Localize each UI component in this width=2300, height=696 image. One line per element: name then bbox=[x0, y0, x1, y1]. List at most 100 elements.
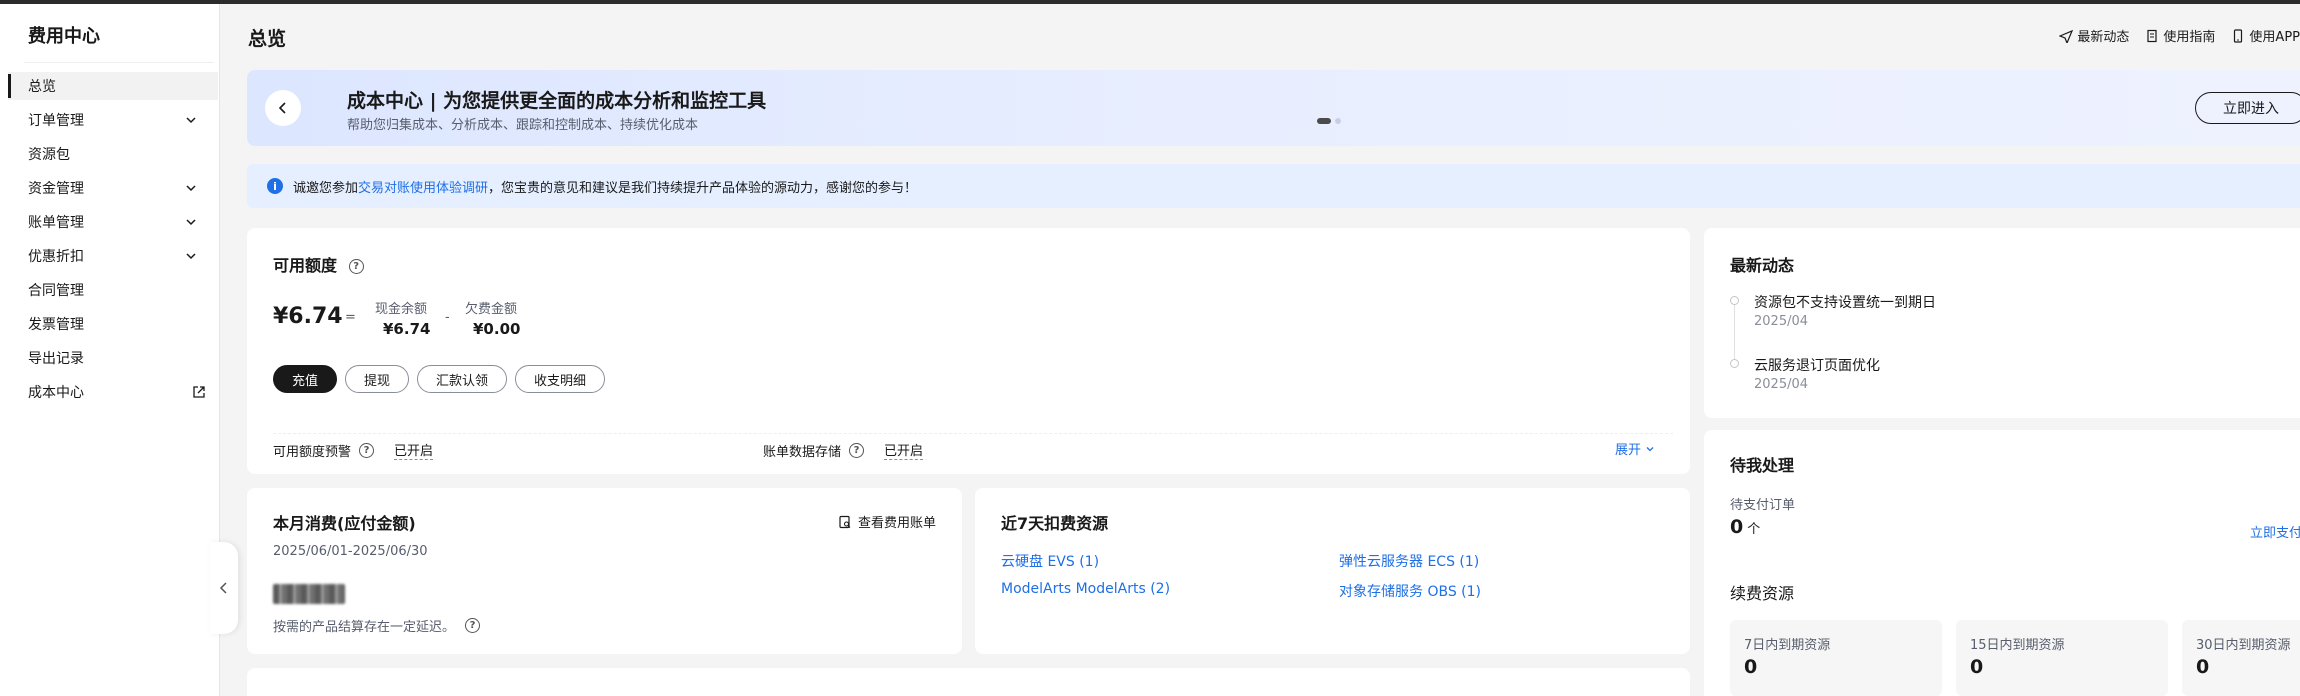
credit-alert-row: 可用额度预警 ? 已开启 bbox=[273, 440, 434, 460]
bill-storage-label: 账单数据存储 bbox=[763, 444, 842, 460]
deduct-title: 近7天扣费资源 bbox=[1001, 514, 1109, 533]
equals-sign: = bbox=[345, 310, 356, 325]
page-title: 总览 bbox=[248, 28, 287, 50]
sidebar-item-label: 资源包 bbox=[28, 147, 70, 163]
todo-title: 待我处理 bbox=[1730, 456, 1795, 475]
sidebar-item-overview[interactable]: 总览 bbox=[8, 72, 218, 100]
deducted-resources-card: 近7天扣费资源 云硬盘 EVS (1) 弹性云服务器 ECS (1) Model… bbox=[975, 488, 1690, 654]
sidebar-item-invoices[interactable]: 发票管理 bbox=[8, 310, 218, 338]
sidebar-item-contracts[interactable]: 合同管理 bbox=[8, 276, 218, 304]
timeline-dot bbox=[1730, 359, 1739, 368]
sidebar-item-label: 合同管理 bbox=[28, 283, 84, 299]
resource-link-ecs[interactable]: 弹性云服务器 ECS (1) bbox=[1339, 551, 1479, 571]
credit-total: ¥6.74 bbox=[273, 304, 343, 329]
chevron-down-icon bbox=[186, 253, 196, 260]
survey-link[interactable]: 交易对账使用体验调研 bbox=[358, 177, 488, 196]
header-link-app[interactable]: 使用APP bbox=[2231, 26, 2300, 45]
monthly-note-text: 按需的产品结算存在一定延迟。 bbox=[273, 620, 456, 635]
expand-label: 展开 bbox=[1615, 443, 1642, 458]
sidebar-divider bbox=[24, 62, 214, 63]
help-icon[interactable]: ? bbox=[465, 618, 481, 633]
document-icon bbox=[2147, 29, 2158, 42]
expiring-15d-box[interactable]: 15日内到期资源 0 bbox=[1956, 620, 2168, 696]
sidebar: 费用中心 总览 订单管理 资源包 资金管理 账单管理 优惠折扣 合同管理 发票管… bbox=[0, 4, 220, 696]
recharge-button[interactable]: 充值 bbox=[273, 365, 338, 393]
chevron-down-icon bbox=[186, 219, 196, 226]
cash-balance-label: 现金余额 bbox=[375, 302, 428, 317]
expiring-label: 30日内到期资源 bbox=[2196, 638, 2291, 653]
sidebar-item-discounts[interactable]: 优惠折扣 bbox=[8, 242, 218, 270]
chevron-down-icon bbox=[1646, 446, 1654, 451]
header-link-label: 使用APP bbox=[2249, 30, 2300, 45]
monthly-consumption-card: 本月消费(应付金额) 查看费用账单 2025/06/01-2025/06/30 … bbox=[247, 488, 962, 654]
expiring-label: 15日内到期资源 bbox=[1970, 638, 2065, 653]
chevron-down-icon bbox=[186, 185, 196, 192]
withdraw-button[interactable]: 提现 bbox=[345, 365, 410, 393]
news-title: 最新动态 bbox=[1730, 256, 1795, 275]
banner-pagination bbox=[1317, 118, 1341, 124]
sidebar-item-bills[interactable]: 账单管理 bbox=[8, 208, 218, 236]
resource-link-modelarts[interactable]: ModelArts ModelArts (2) bbox=[1001, 581, 1170, 597]
credit-title-text: 可用额度 bbox=[273, 256, 338, 275]
view-bill-link[interactable]: 查看费用账单 bbox=[838, 512, 936, 531]
pending-count-unit: 个 bbox=[1747, 522, 1761, 537]
sidebar-item-cost-center[interactable]: 成本中心 bbox=[8, 378, 218, 406]
debt-value: ¥0.00 bbox=[473, 320, 521, 338]
monthly-title: 本月消费(应付金额) bbox=[273, 514, 416, 533]
expand-button[interactable]: 展开 bbox=[1615, 439, 1655, 458]
banner-prev-button[interactable] bbox=[265, 90, 301, 126]
help-icon[interactable]: ? bbox=[849, 442, 865, 458]
pending-orders-count: 0 个 bbox=[1730, 516, 1760, 538]
phone-icon bbox=[2234, 28, 2243, 43]
banner-enter-button[interactable]: 立即进入 bbox=[2195, 92, 2300, 124]
search-document-icon bbox=[839, 515, 851, 528]
cash-balance-value: ¥6.74 bbox=[383, 320, 431, 338]
news-item-title[interactable]: 云服务退订页面优化 bbox=[1754, 355, 1880, 375]
chevron-left-icon bbox=[219, 582, 227, 594]
credit-title: 可用额度 ? bbox=[273, 252, 364, 276]
notice-prefix: 诚邀您参加 bbox=[293, 180, 359, 196]
expiring-label: 7日内到期资源 bbox=[1744, 638, 1831, 653]
bill-storage-row: 账单数据存储 ? 已开启 bbox=[763, 440, 924, 460]
chevron-down-icon bbox=[186, 117, 196, 124]
banner-dot-active[interactable] bbox=[1317, 118, 1331, 124]
send-icon bbox=[2059, 29, 2074, 43]
monthly-note: 按需的产品结算存在一定延迟。 ? bbox=[273, 616, 481, 635]
sidebar-item-label: 发票管理 bbox=[28, 317, 84, 333]
header-link-guide[interactable]: 使用指南 bbox=[2145, 26, 2215, 45]
remittance-claim-button[interactable]: 汇款认领 bbox=[417, 365, 508, 393]
sidebar-item-funds[interactable]: 资金管理 bbox=[8, 174, 218, 202]
top-border bbox=[0, 0, 2300, 4]
renew-title: 续费资源 bbox=[1730, 584, 1795, 603]
transaction-details-button[interactable]: 收支明细 bbox=[515, 365, 606, 393]
sidebar-item-exports[interactable]: 导出记录 bbox=[8, 344, 218, 372]
header-link-news[interactable]: 最新动态 bbox=[2059, 26, 2129, 45]
chevron-left-icon bbox=[278, 102, 286, 114]
sidebar-collapse-toggle[interactable] bbox=[210, 542, 238, 634]
news-item-title[interactable]: 资源包不支持设置统一到期日 bbox=[1754, 292, 1936, 312]
sidebar-item-packages[interactable]: 资源包 bbox=[8, 140, 218, 168]
timeline-line bbox=[1734, 304, 1735, 366]
bottom-card-partial bbox=[247, 668, 1690, 696]
pay-now-link[interactable]: 立即支付 bbox=[2250, 522, 2300, 541]
banner-dot[interactable] bbox=[1335, 118, 1341, 124]
help-icon[interactable]: ? bbox=[348, 259, 364, 274]
debt-label: 欠费金额 bbox=[465, 302, 518, 317]
sidebar-item-label: 导出记录 bbox=[28, 351, 84, 367]
sidebar-item-label: 资金管理 bbox=[28, 181, 84, 197]
expiring-7d-box[interactable]: 7日内到期资源 0 bbox=[1730, 620, 1942, 696]
expiring-30d-box[interactable]: 30日内到期资源 0 bbox=[2182, 620, 2300, 696]
credit-alert-status[interactable]: 已开启 bbox=[394, 440, 434, 460]
credit-divider bbox=[273, 433, 1673, 434]
sidebar-item-label: 总览 bbox=[28, 79, 56, 95]
billing-period: 2025/06/01-2025/06/30 bbox=[273, 544, 428, 559]
bill-storage-status[interactable]: 已开启 bbox=[884, 440, 924, 460]
expiring-value: 0 bbox=[2196, 656, 2210, 678]
resource-link-evs[interactable]: 云硬盘 EVS (1) bbox=[1001, 551, 1099, 571]
expiring-value: 0 bbox=[1970, 656, 1984, 678]
resource-link-obs[interactable]: 对象存储服务 OBS (1) bbox=[1339, 581, 1481, 601]
help-icon[interactable]: ? bbox=[359, 442, 375, 458]
sidebar-item-orders[interactable]: 订单管理 bbox=[8, 106, 218, 134]
pending-orders-label: 待支付订单 bbox=[1730, 498, 1796, 513]
monthly-amount-redacted bbox=[273, 584, 345, 608]
